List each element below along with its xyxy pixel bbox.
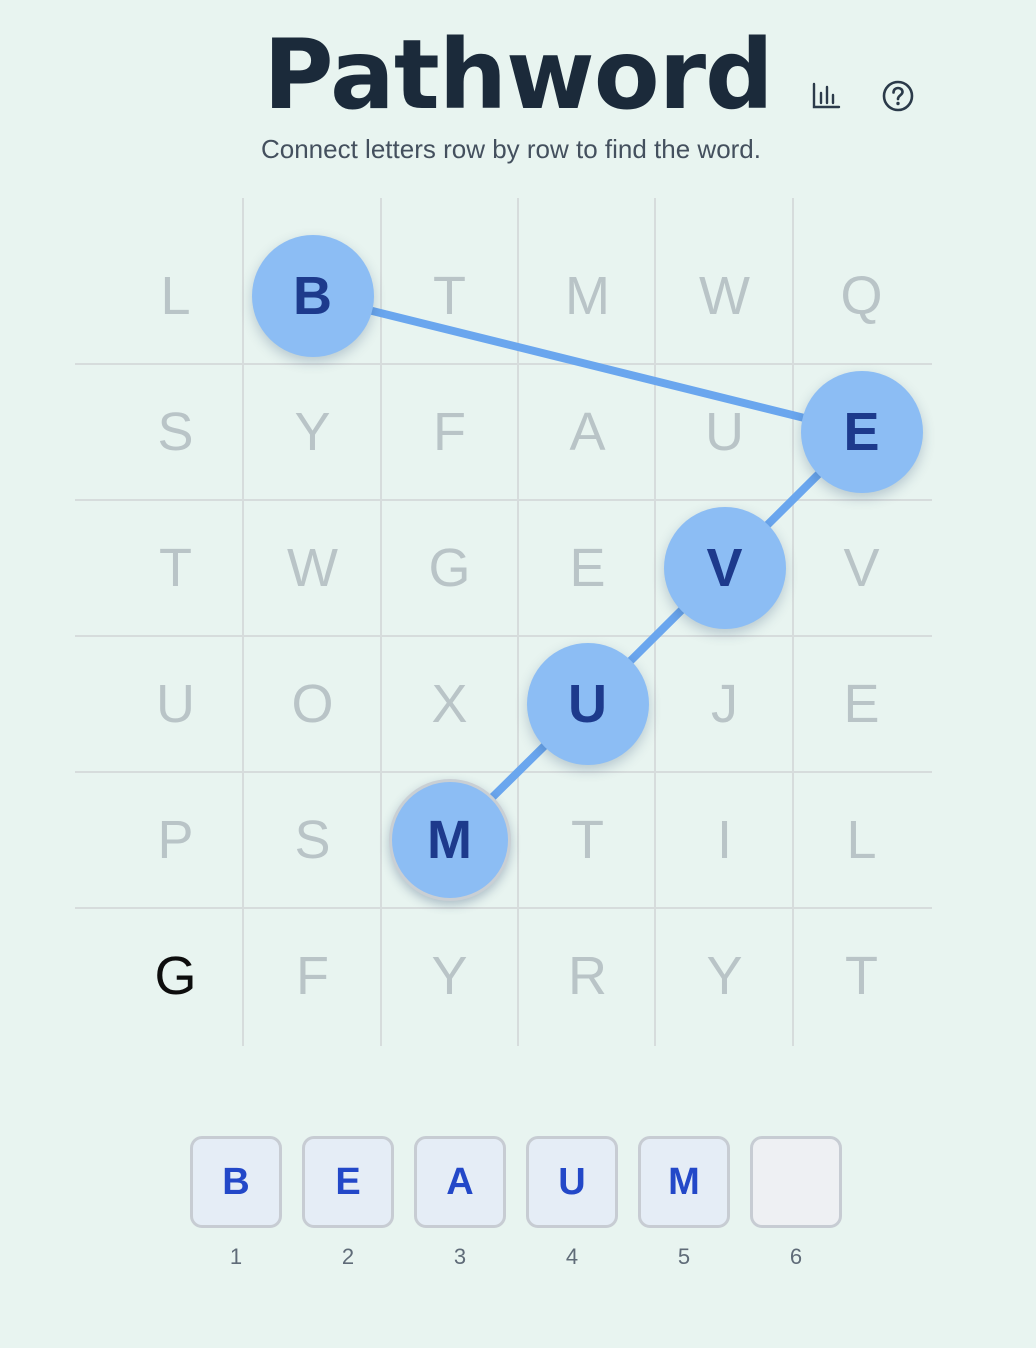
grid-cell-r1c3[interactable]: T — [381, 228, 518, 364]
grid-letter: T — [159, 538, 192, 598]
grid-letter: J — [711, 674, 738, 734]
grid-letter: R — [568, 946, 607, 1006]
answer-slot-number: 1 — [229, 1244, 243, 1269]
grid-letter: T — [571, 810, 604, 870]
grid-cell-r6c6[interactable]: T — [793, 908, 930, 1044]
grid-letter: A — [569, 402, 606, 462]
grid-letter: W — [287, 538, 338, 598]
grid-letter: S — [294, 810, 331, 870]
grid-cell-r6c3[interactable]: Y — [381, 908, 518, 1044]
answer-slot-4: U — [526, 1136, 618, 1228]
answer-slot-5: M — [638, 1136, 730, 1228]
grid-cell-r3c6[interactable]: V — [793, 500, 930, 636]
grid-letter: W — [699, 266, 750, 326]
answer-slot-1: B — [190, 1136, 282, 1228]
grid-cell-r1c5[interactable]: W — [656, 228, 793, 364]
grid-cell-r5c6[interactable]: L — [793, 772, 930, 908]
grid-letter: L — [846, 810, 877, 870]
grid-cell-r6c5[interactable]: Y — [656, 908, 793, 1044]
grid-letter: Y — [431, 946, 468, 1006]
grid-cell-r2c6[interactable]: E — [793, 364, 930, 500]
answer-slot-2: E — [302, 1136, 394, 1228]
grid-cell-r4c5[interactable]: J — [656, 636, 793, 772]
answer-slot-number: 3 — [453, 1244, 467, 1269]
grid-cell-r5c4[interactable]: T — [519, 772, 656, 908]
grid-letter: V — [706, 538, 743, 598]
grid-cell-r3c5[interactable]: V — [656, 500, 793, 636]
grid-letter: X — [431, 674, 468, 734]
grid-cell-r5c5[interactable]: I — [656, 772, 793, 908]
grid-letter: M — [565, 266, 610, 326]
grid-letter: G — [154, 946, 197, 1006]
grid-cell-r2c2[interactable]: Y — [244, 364, 381, 500]
answer-slot-number: 4 — [565, 1244, 579, 1269]
grid-cell-r6c1[interactable]: G — [107, 908, 244, 1044]
answer-slot-6 — [750, 1136, 842, 1228]
grid-letter: Q — [840, 266, 883, 326]
grid-cell-r3c1[interactable]: T — [107, 500, 244, 636]
grid-cell-r1c4[interactable]: M — [519, 228, 656, 364]
grid-letter: F — [433, 402, 466, 462]
grid-cell-r3c3[interactable]: G — [381, 500, 518, 636]
grid-cell-r5c1[interactable]: P — [107, 772, 244, 908]
grid-cell-r6c4[interactable]: R — [519, 908, 656, 1044]
grid-letter: I — [716, 810, 732, 870]
answer-slot-3: A — [414, 1136, 506, 1228]
grid-letter: P — [157, 810, 194, 870]
grid-letter: S — [157, 402, 194, 462]
grid-letter: Y — [706, 946, 743, 1006]
grid-letter: L — [160, 266, 191, 326]
grid-cell-r4c2[interactable]: O — [244, 636, 381, 772]
answer-slots: B 1 E 2 A 3 U 4 M 5 6 — [190, 1136, 846, 1276]
grid-cell-r1c6[interactable]: Q — [793, 228, 930, 364]
grid-cell-r2c1[interactable]: S — [107, 364, 244, 500]
grid-cell-r5c3[interactable]: M — [381, 772, 518, 908]
grid-letter: T — [845, 946, 878, 1006]
grid-letter: E — [843, 674, 880, 734]
grid-cell-r3c4[interactable]: E — [519, 500, 656, 636]
answer-slot-number: 6 — [789, 1244, 803, 1269]
grid-letter: E — [843, 402, 880, 462]
grid-cell-r4c1[interactable]: U — [107, 636, 244, 772]
letter-grid: L B T M W Q S Y F A U E T W G E V V U O X U J E P S M T I L G F Y R Y T — [0, 0, 1036, 1060]
grid-cell-r6c2[interactable]: F — [244, 908, 381, 1044]
grid-cell-r2c4[interactable]: A — [519, 364, 656, 500]
grid-letter: F — [296, 946, 329, 1006]
grid-cell-r1c1[interactable]: L — [107, 228, 244, 364]
grid-letter: U — [705, 402, 744, 462]
grid-cell-r4c4[interactable]: U — [519, 636, 656, 772]
grid-letter: E — [569, 538, 606, 598]
grid-letter: T — [433, 266, 466, 326]
grid-letter: Y — [294, 402, 331, 462]
grid-letter: O — [291, 674, 334, 734]
grid-cell-r4c3[interactable]: X — [381, 636, 518, 772]
grid-letter: B — [293, 266, 332, 326]
grid-cell-r2c5[interactable]: U — [656, 364, 793, 500]
grid-cell-r3c2[interactable]: W — [244, 500, 381, 636]
grid-letter: G — [428, 538, 471, 598]
grid-letter: U — [568, 674, 607, 734]
answer-slot-number: 2 — [341, 1244, 355, 1269]
grid-letter: V — [843, 538, 880, 598]
grid-cell-r4c6[interactable]: E — [793, 636, 930, 772]
grid-letter: U — [156, 674, 195, 734]
grid-cell-r1c2[interactable]: B — [244, 228, 381, 364]
grid-letter: M — [427, 810, 472, 870]
grid-cell-r2c3[interactable]: F — [381, 364, 518, 500]
grid-cell-r5c2[interactable]: S — [244, 772, 381, 908]
answer-slot-number: 5 — [677, 1244, 691, 1269]
